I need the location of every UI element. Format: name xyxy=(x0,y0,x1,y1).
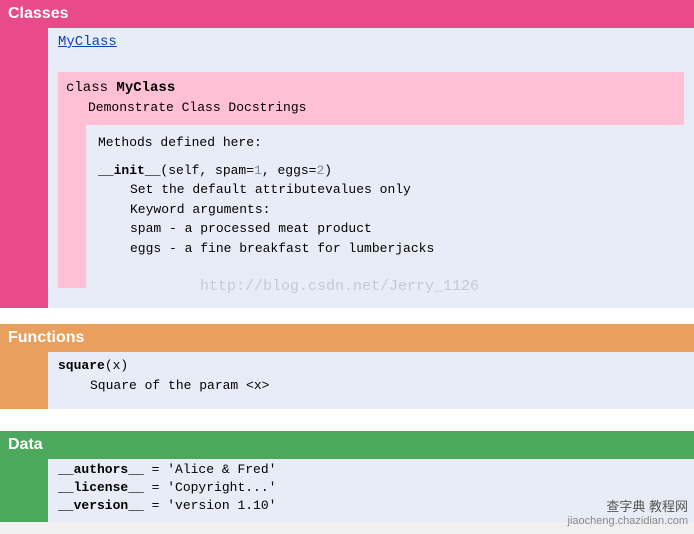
classes-body: MyClass class MyClass Demonstrate Class … xyxy=(0,28,694,308)
init-mid: , eggs= xyxy=(262,163,317,178)
classes-content: MyClass class MyClass Demonstrate Class … xyxy=(48,28,694,308)
data-row-version: __version__ = 'version 1.10' xyxy=(58,497,684,515)
functions-heading: Functions xyxy=(0,324,694,352)
data-row-authors: __authors__ = 'Alice & Fred' xyxy=(58,461,684,479)
init-doc-line1: Set the default attributevalues only xyxy=(98,180,674,200)
methods-header: Methods defined here: xyxy=(98,133,674,153)
methods-box: Methods defined here: __init__(self, spa… xyxy=(86,125,684,288)
spacer xyxy=(0,308,694,324)
version-val: = 'version 1.10' xyxy=(144,498,277,513)
class-definition-box: class MyClass Demonstrate Class Docstrin… xyxy=(58,72,684,288)
square-args: (x) xyxy=(105,358,128,373)
data-heading: Data xyxy=(0,431,694,459)
functions-gutter xyxy=(0,352,48,409)
init-open: (self, spam= xyxy=(160,163,254,178)
data-gutter xyxy=(0,459,48,522)
license-name: __license__ xyxy=(58,480,144,495)
spacer xyxy=(0,409,694,431)
class-docstring: Demonstrate Class Docstrings xyxy=(58,98,684,125)
square-doc: Square of the param <x> xyxy=(58,376,684,396)
init-doc-line4: eggs - a fine breakfast for lumberjacks xyxy=(98,239,674,259)
data-content: __authors__ = 'Alice & Fred' __license__… xyxy=(48,459,694,522)
license-val: = 'Copyright...' xyxy=(144,480,277,495)
data-row-license: __license__ = 'Copyright...' xyxy=(58,479,684,497)
functions-content: square(x) Square of the param <x> xyxy=(48,352,694,409)
init-doc-line2: Keyword arguments: xyxy=(98,200,674,220)
square-name: square xyxy=(58,358,105,373)
version-name: __version__ xyxy=(58,498,144,513)
init-close: ) xyxy=(324,163,332,178)
authors-name: __authors__ xyxy=(58,462,144,477)
square-signature: square(x) xyxy=(58,356,684,376)
data-body: __authors__ = 'Alice & Fred' __license__… xyxy=(0,459,694,522)
class-name: MyClass xyxy=(116,80,175,96)
init-signature: __init__(self, spam=1, eggs=2) xyxy=(98,161,674,181)
functions-body: square(x) Square of the param <x> xyxy=(0,352,694,409)
authors-val: = 'Alice & Fred' xyxy=(144,462,277,477)
init-doc-line3: spam - a processed meat product xyxy=(98,219,674,239)
classes-heading: Classes xyxy=(0,0,694,28)
myclass-link[interactable]: MyClass xyxy=(58,34,117,50)
class-title-line: class MyClass xyxy=(58,78,684,98)
classes-gutter xyxy=(0,28,48,308)
init-default1: 1 xyxy=(254,163,262,178)
class-keyword: class xyxy=(66,80,116,96)
init-name: __init__ xyxy=(98,163,160,178)
